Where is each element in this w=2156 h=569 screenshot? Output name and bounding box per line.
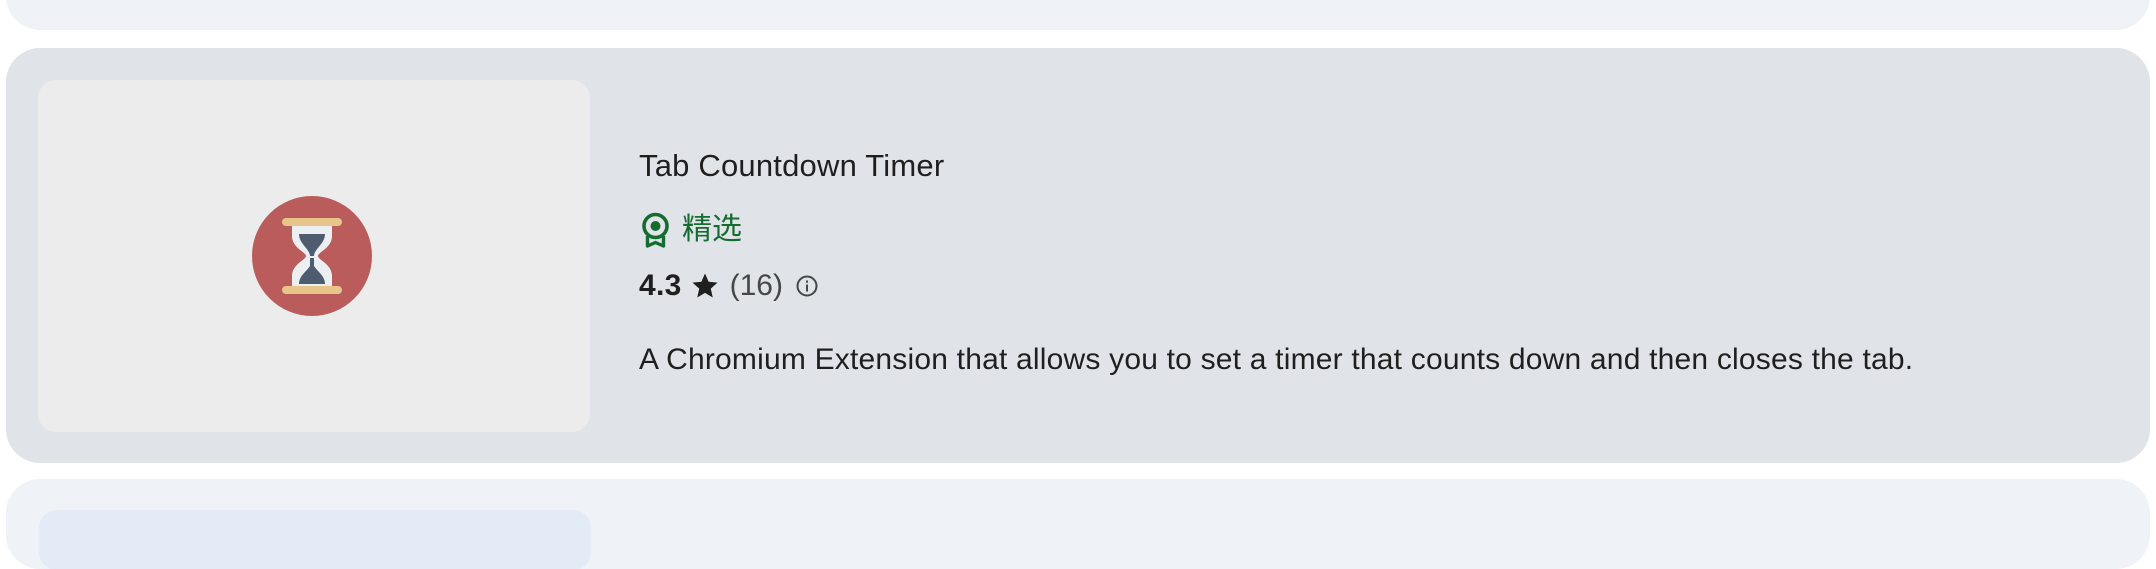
extension-title[interactable]: Tab Countdown Timer xyxy=(639,146,944,186)
next-extension-card[interactable] xyxy=(6,479,2150,569)
featured-label: 精选 xyxy=(682,212,742,247)
review-count: (16) xyxy=(729,269,783,302)
star-icon xyxy=(692,273,718,298)
hourglass-icon xyxy=(252,196,372,316)
featured-badge-icon xyxy=(642,212,669,248)
next-extension-thumbnail xyxy=(39,510,591,569)
extension-thumbnail xyxy=(38,80,590,432)
previous-extension-card[interactable] xyxy=(6,0,2150,30)
info-icon[interactable] xyxy=(795,274,819,298)
featured-badge: 精选 xyxy=(639,210,742,250)
extension-card[interactable]: Tab Countdown Timer 精选 4.3 (16) A Chromi… xyxy=(6,48,2150,463)
rating-score: 4.3 xyxy=(639,269,682,302)
extension-description: A Chromium Extension that allows you to … xyxy=(639,343,1914,376)
rating-row: 4.3 (16) xyxy=(639,266,819,306)
